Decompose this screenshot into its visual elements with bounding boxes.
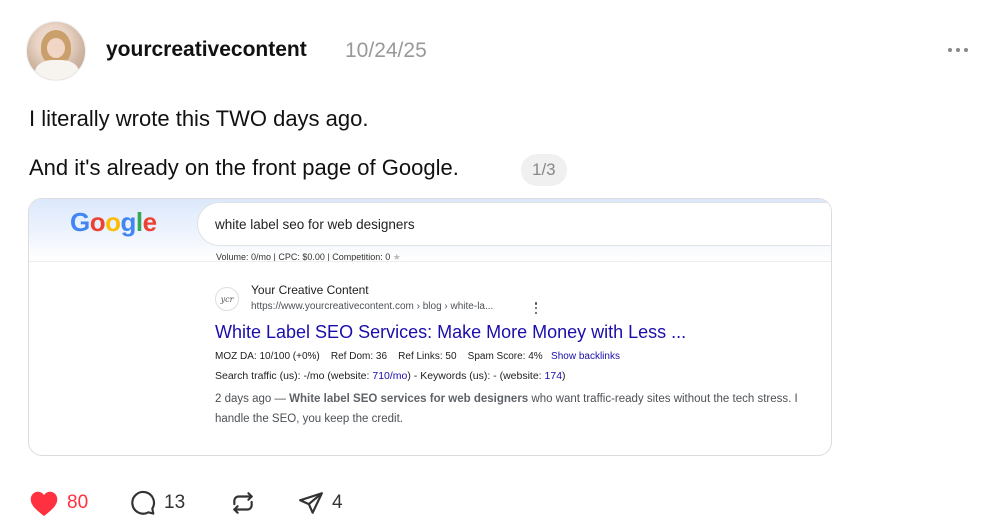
search-query: white label seo for web designers [215,217,415,232]
result-snippet: 2 days ago — White label SEO services fo… [215,393,798,425]
post-timestamp: 10/24/25 [345,39,427,62]
comment-icon [130,490,156,516]
avatar[interactable] [26,21,86,81]
like-button[interactable]: 80 [29,488,88,518]
heart-icon [29,490,59,517]
result-site-name: Your Creative Content [251,283,369,297]
search-traffic-row: Search traffic (us): -/mo (website: 710/… [215,370,566,382]
result-title: White Label SEO Services: Make More Mone… [215,322,687,342]
google-logo: Google [70,207,157,237]
share-icon [298,490,324,516]
comment-button[interactable]: 13 [130,488,185,518]
repost-button[interactable] [230,488,256,518]
repost-icon [230,490,256,516]
username[interactable]: yourcreativecontent [106,38,307,62]
result-url: https://www.yourcreativecontent.com › bl… [251,301,494,312]
comment-count: 13 [164,492,186,513]
image-pager-badge: 1/3 [521,154,567,186]
seo-metrics-row: MOZ DA: 10/100 (+0%) Ref Dom: 36 Ref Lin… [215,351,620,362]
share-count: 4 [332,492,343,513]
site-favicon: ycr [215,287,239,311]
divider [29,261,831,262]
action-bar: 80 13 4 [29,488,429,518]
post-text-line-2: And it's already on the front page of Go… [29,155,459,180]
like-count: 80 [67,492,89,513]
post-text-line-1: I literally wrote this TWO days ago. [29,106,369,131]
post-image[interactable]: Google white label seo for web designers… [28,198,832,456]
share-button[interactable]: 4 [298,488,343,518]
result-menu-icon [533,302,539,314]
more-options-icon[interactable] [944,38,972,62]
